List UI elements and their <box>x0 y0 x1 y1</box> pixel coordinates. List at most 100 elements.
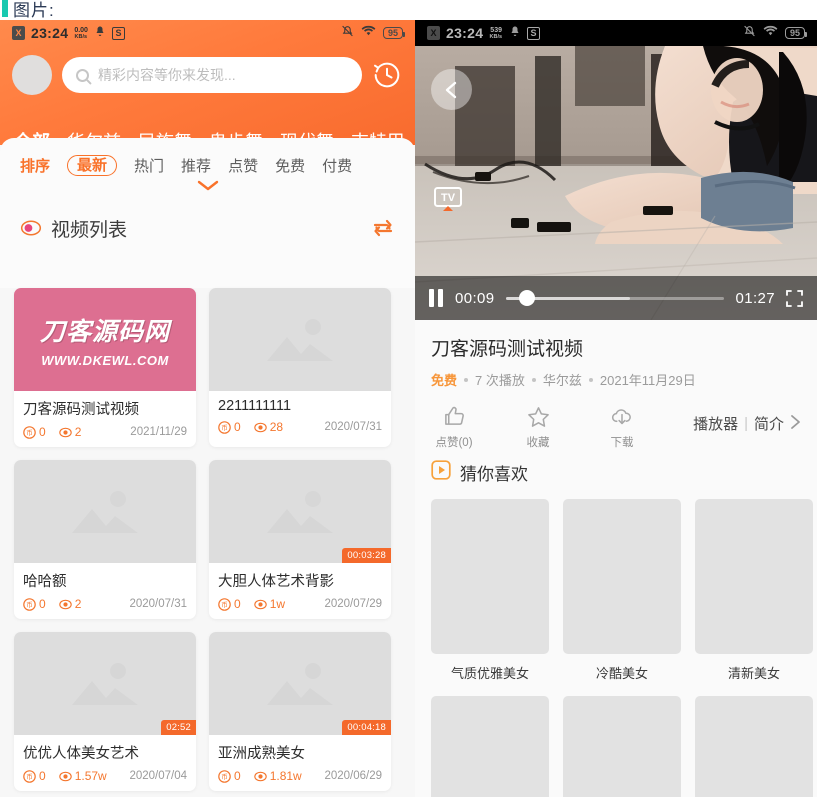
tv-cast-icon[interactable]: TV <box>433 186 463 212</box>
video-grid-row: 哈哈额 币 0 2 2020/07/31 00:03:28 大胆人体艺术背影 币… <box>14 460 401 619</box>
video-card[interactable]: 00:03:28 大胆人体艺术背影 币 0 1w 2020/07/29 <box>209 460 391 619</box>
video-stats: 币 0 28 2020/07/31 <box>218 420 382 434</box>
caption-strip: 图片: <box>0 0 817 20</box>
video-card[interactable]: 哈哈额 币 0 2 2020/07/31 <box>14 460 196 619</box>
video-coin-count: 0 <box>234 597 241 611</box>
video-coin-count: 0 <box>234 769 241 783</box>
recommend-card[interactable]: 气质优雅美女 <box>431 499 549 682</box>
refresh-icon[interactable] <box>371 216 395 240</box>
chevron-double-down-icon[interactable] <box>0 178 415 197</box>
video-thumbnail <box>14 460 196 563</box>
recommend-card[interactable] <box>695 696 813 797</box>
video-card[interactable]: 刀客源码网 WWW.DKEWL.COM 刀客源码测试视频 币 0 2 2021/… <box>14 288 196 447</box>
recommend-thumbnail <box>695 696 813 797</box>
like-button[interactable]: 点赞(0) <box>431 403 477 450</box>
video-title: 刀客源码测试视频 <box>23 402 139 418</box>
download-button[interactable]: 下载 <box>599 403 645 450</box>
bell-muted-icon <box>341 24 354 43</box>
brand-title-cn: 刀客源码网 <box>39 317 170 346</box>
image-placeholder-icon <box>72 662 138 705</box>
recommend-card[interactable]: 冷酷美女 <box>563 499 681 682</box>
fullscreen-icon[interactable] <box>786 289 803 307</box>
video-card[interactable]: 02:52 优优人体美女艺术 币 0 1.57w 2020/07/04 <box>14 632 196 791</box>
sim-badge-icon: X <box>12 26 25 40</box>
seek-bar[interactable] <box>505 290 725 306</box>
coin-icon: 币 <box>23 769 36 783</box>
video-stats: 币 0 1w 2020/07/29 <box>218 597 382 611</box>
recommend-title: 清新美女 <box>727 666 780 681</box>
video-card[interactable]: 00:04:18 亚洲成熟美女 币 0 1.81w 2020/06/29 <box>209 632 391 791</box>
caption-label: 图片: <box>13 1 55 20</box>
favorite-button[interactable]: 收藏 <box>515 403 561 450</box>
video-stats: 币 0 2 2020/07/31 <box>23 597 187 611</box>
meta-separator-dot <box>464 377 469 382</box>
seek-knob[interactable] <box>519 290 536 306</box>
svg-text:币: 币 <box>221 600 228 608</box>
views-eye-icon <box>253 599 267 609</box>
video-grid-row: 02:52 优优人体美女艺术 币 0 1.57w 2020/07/04 00:0… <box>14 632 401 791</box>
search-input[interactable]: 精彩内容等你来发现... <box>62 57 362 93</box>
video-player[interactable]: TV 00:09 01:27 <box>415 46 817 320</box>
video-category: 华尔兹 <box>542 373 582 388</box>
image-placeholder-icon <box>267 318 333 361</box>
video-thumbnail: 00:04:18 <box>209 632 391 735</box>
svg-text:币: 币 <box>221 772 228 780</box>
sort-option-paid[interactable]: 付费 <box>322 155 352 176</box>
star-icon <box>527 403 550 429</box>
video-title: 哈哈额 <box>23 574 67 590</box>
views-eye-icon <box>58 771 72 781</box>
video-stats: 币 0 2 2021/11/29 <box>23 425 187 439</box>
total-time: 01:27 <box>735 289 775 307</box>
wifi-icon <box>361 24 376 42</box>
recommendations-row <box>431 696 813 797</box>
video-date: 2020/07/29 <box>324 598 382 610</box>
right-phone-pane: X 23:24 539 KB/s S 95 TV 00:09 01:27 刀客源… <box>415 20 817 797</box>
meta-separator-dot <box>588 377 593 382</box>
video-view-count: 28 <box>269 420 284 434</box>
left-content-card: 排序 最新 热门 推荐 点赞 免费 付费 视频列表 <box>0 138 415 288</box>
avatar[interactable] <box>12 55 52 95</box>
pause-icon[interactable] <box>429 289 444 307</box>
history-clock-icon[interactable] <box>371 59 403 91</box>
current-time: 00:09 <box>455 289 495 307</box>
tab-intro[interactable]: 简介 <box>754 413 784 434</box>
sort-option-recommend[interactable]: 推荐 <box>181 155 211 176</box>
sort-option-likes[interactable]: 点赞 <box>228 155 258 176</box>
left-search-row: 精彩内容等你来发现... <box>0 48 415 102</box>
video-grid: 刀客源码网 WWW.DKEWL.COM 刀客源码测试视频 币 0 2 2021/… <box>0 288 415 797</box>
recommend-thumbnail <box>563 696 681 797</box>
s-app-icon: S <box>111 26 125 40</box>
views-eye-icon <box>58 599 72 609</box>
sort-option-free[interactable]: 免费 <box>275 155 305 176</box>
bell-muted-icon <box>743 24 756 43</box>
video-card[interactable]: 2211111111 币 0 28 2020/07/31 <box>209 288 391 447</box>
recommend-card[interactable]: 清新美女 <box>695 499 813 682</box>
video-meta: 刀客源码测试视频 币 0 2 2021/11/29 <box>14 391 196 447</box>
price-tag: 免费 <box>431 373 458 388</box>
recommend-card[interactable] <box>431 696 549 797</box>
svg-text:TV: TV <box>441 192 456 204</box>
video-date: 2020/07/31 <box>324 421 382 433</box>
search-placeholder: 精彩内容等你来发现... <box>98 67 236 83</box>
views-eye-icon <box>58 427 72 437</box>
sort-option-newest[interactable]: 最新 <box>67 154 118 176</box>
publish-date: 2021年11月29日 <box>599 373 696 388</box>
recommend-card[interactable] <box>563 696 681 797</box>
caption-accent-bar <box>2 0 8 17</box>
video-title: 亚洲成熟美女 <box>218 746 305 762</box>
sort-option-hot[interactable]: 热门 <box>134 155 164 176</box>
views-eye-icon <box>253 771 267 781</box>
recommend-thumbnail <box>563 499 681 654</box>
image-placeholder-icon <box>267 662 333 705</box>
tab-player[interactable]: 播放器 <box>693 413 738 434</box>
left-status-bar: X 23:24 0.00 KB/s S 95 <box>0 20 415 46</box>
recommendations-row: 气质优雅美女 冷酷美女 清新美女 <box>431 499 813 682</box>
network-speed-value: 0.00 <box>74 26 88 34</box>
video-coin-count: 0 <box>39 425 46 439</box>
video-meta: 亚洲成熟美女 币 0 1.81w 2020/06/29 <box>209 735 391 791</box>
play-box-icon <box>431 460 451 485</box>
back-button[interactable] <box>431 69 472 110</box>
sort-label: 排序 <box>20 157 51 175</box>
chevron-right-icon[interactable] <box>790 414 801 434</box>
network-speed: 0.00 KB/s <box>74 27 88 40</box>
